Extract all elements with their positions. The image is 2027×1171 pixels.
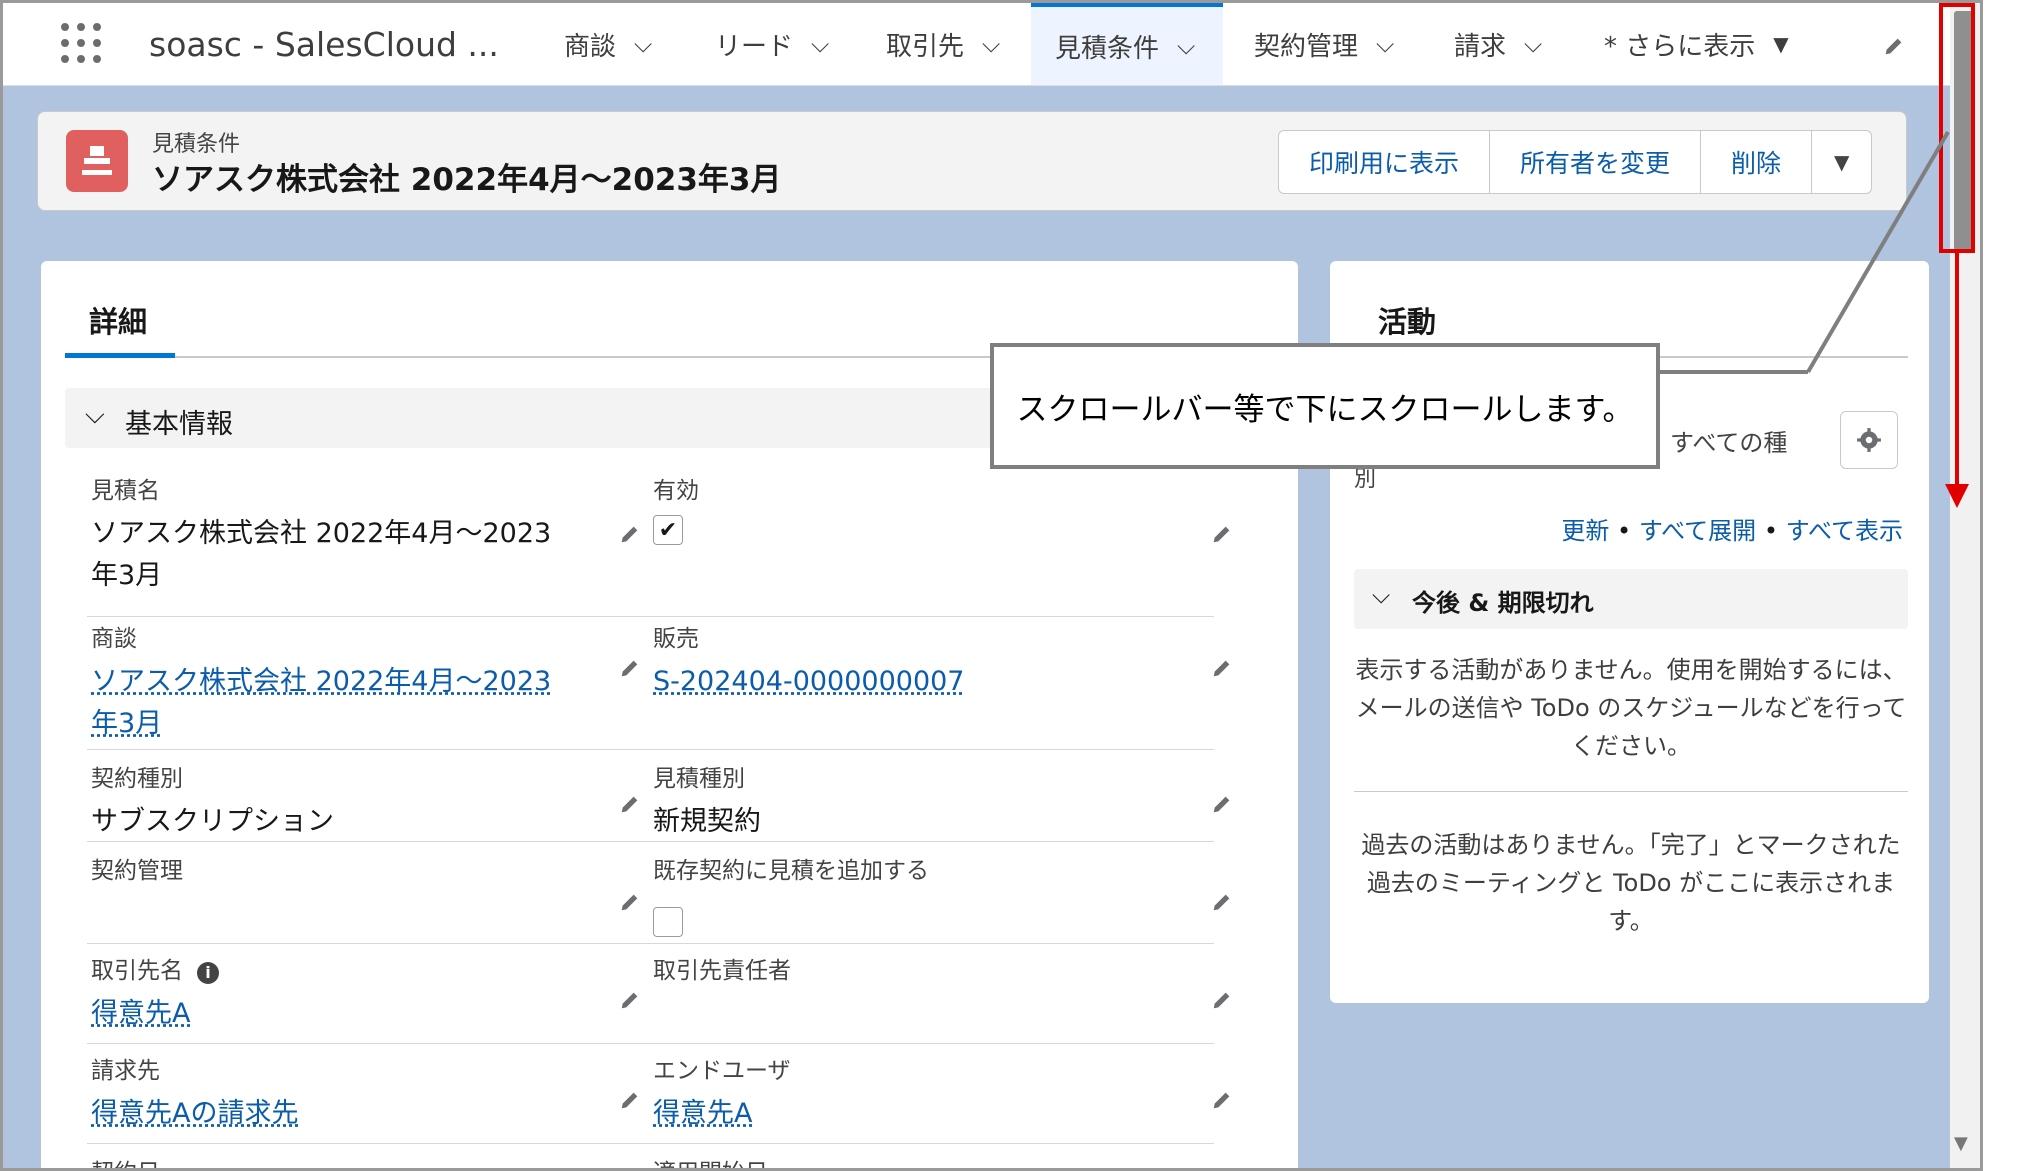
callout-box: スクロールバー等で下にスクロールします。 bbox=[990, 343, 1660, 469]
scroll-down-arrow-head-icon bbox=[1945, 484, 1969, 508]
annotation-overlay bbox=[1660, 130, 1969, 508]
callout-connector bbox=[1806, 130, 1950, 374]
